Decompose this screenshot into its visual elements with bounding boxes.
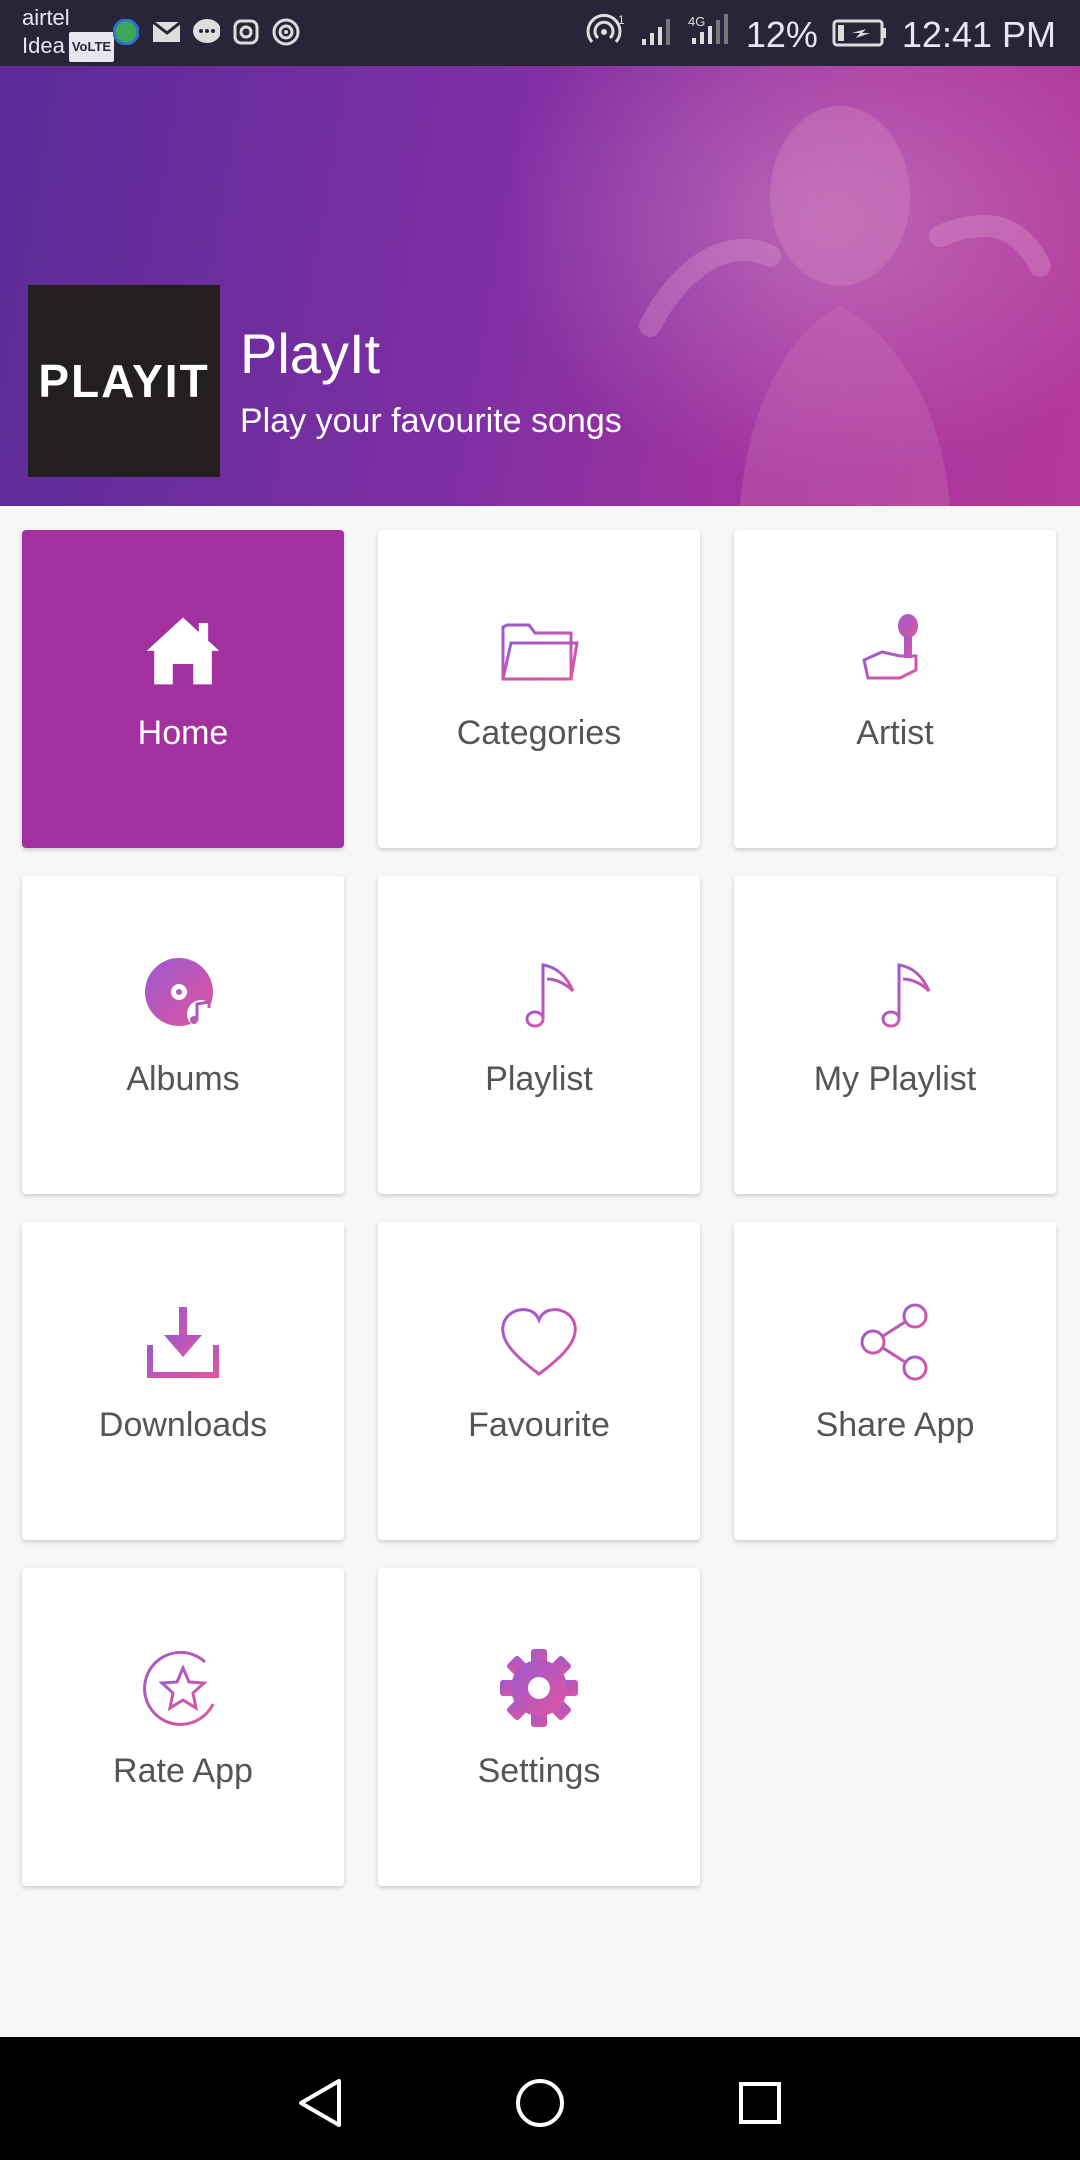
heart-icon (499, 1302, 579, 1382)
notification-icons (112, 18, 300, 46)
playlist-icon (499, 956, 579, 1036)
menu-tile-rate-app[interactable]: Rate App (22, 1568, 344, 1886)
logo-text: PLAYIT (38, 355, 210, 407)
battery-percent: 12% (745, 13, 818, 55)
menu-label: My Playlist (813, 1060, 977, 1098)
menu-tile-categories[interactable]: Categories (378, 530, 700, 848)
folder-icon (499, 610, 579, 690)
menu-tile-favourite[interactable]: Favourite (378, 1222, 700, 1540)
app-title: PlayIt (240, 322, 381, 385)
drawer-header: PLAYIT PlayIt Play your favourite songs (0, 66, 1080, 506)
system-nav-bar (0, 2037, 1080, 2160)
hotspot-icon: 1 (586, 12, 626, 57)
menu-tile-my-playlist[interactable]: My Playlist (734, 876, 1056, 1194)
home-nav-icon[interactable] (512, 2075, 568, 2131)
signal-4g-icon: 4G (688, 12, 732, 57)
menu-label: Artist (856, 714, 934, 752)
microphone-icon (855, 610, 935, 690)
signal-icon (640, 14, 674, 56)
instagram-icon (232, 18, 260, 46)
system-status: 1 4G 12% 12:41 PM (586, 12, 1056, 57)
menu-tile-home[interactable]: Home (22, 530, 344, 848)
clock: 12:41 PM (901, 13, 1056, 55)
menu-label: Share App (815, 1406, 975, 1444)
chat-icon (192, 18, 220, 46)
album-icon (143, 956, 223, 1036)
broadcast-icon (272, 18, 300, 46)
menu-label: Albums (126, 1060, 240, 1098)
menu-label: Favourite (468, 1406, 610, 1444)
back-icon[interactable] (292, 2075, 348, 2131)
download-icon (143, 1302, 223, 1382)
menu-label: Settings (477, 1752, 601, 1790)
battery-icon (832, 14, 888, 56)
app-subtitle: Play your favourite songs (240, 402, 622, 440)
carrier-name-1: airtel (22, 5, 70, 30)
carrier-name-2: Idea (22, 33, 65, 58)
menu-grid: Home Categories Artist Albums Playlist M… (22, 530, 1058, 1886)
menu-tile-albums[interactable]: Albums (22, 876, 344, 1194)
menu-tile-downloads[interactable]: Downloads (22, 1222, 344, 1540)
playlist-icon (855, 956, 935, 1036)
menu-label: Downloads (98, 1406, 268, 1444)
menu-label: Rate App (113, 1752, 253, 1790)
volte-badge: VoLTE (68, 32, 115, 63)
status-bar: airtel Idea VoLTE 1 4G 12% 12:41 PM (0, 0, 1080, 66)
star-icon (143, 1648, 223, 1728)
network-type: 4G (688, 14, 705, 29)
globe-icon (112, 18, 140, 46)
menu-tile-artist[interactable]: Artist (734, 530, 1056, 848)
carrier-info: airtel Idea VoLTE (22, 4, 115, 63)
mail-icon (152, 18, 180, 46)
menu-label: Home (137, 714, 229, 752)
recents-icon[interactable] (732, 2075, 788, 2131)
menu-label: Categories (456, 714, 622, 752)
gear-icon (499, 1648, 579, 1728)
menu-tile-playlist[interactable]: Playlist (378, 876, 700, 1194)
app-logo: PLAYIT (28, 285, 220, 477)
menu-tile-settings[interactable]: Settings (378, 1568, 700, 1886)
hotspot-count: 1 (618, 13, 625, 27)
share-icon (855, 1302, 935, 1382)
menu-label: Playlist (485, 1060, 593, 1098)
menu-tile-share-app[interactable]: Share App (734, 1222, 1056, 1540)
home-icon (143, 610, 223, 690)
